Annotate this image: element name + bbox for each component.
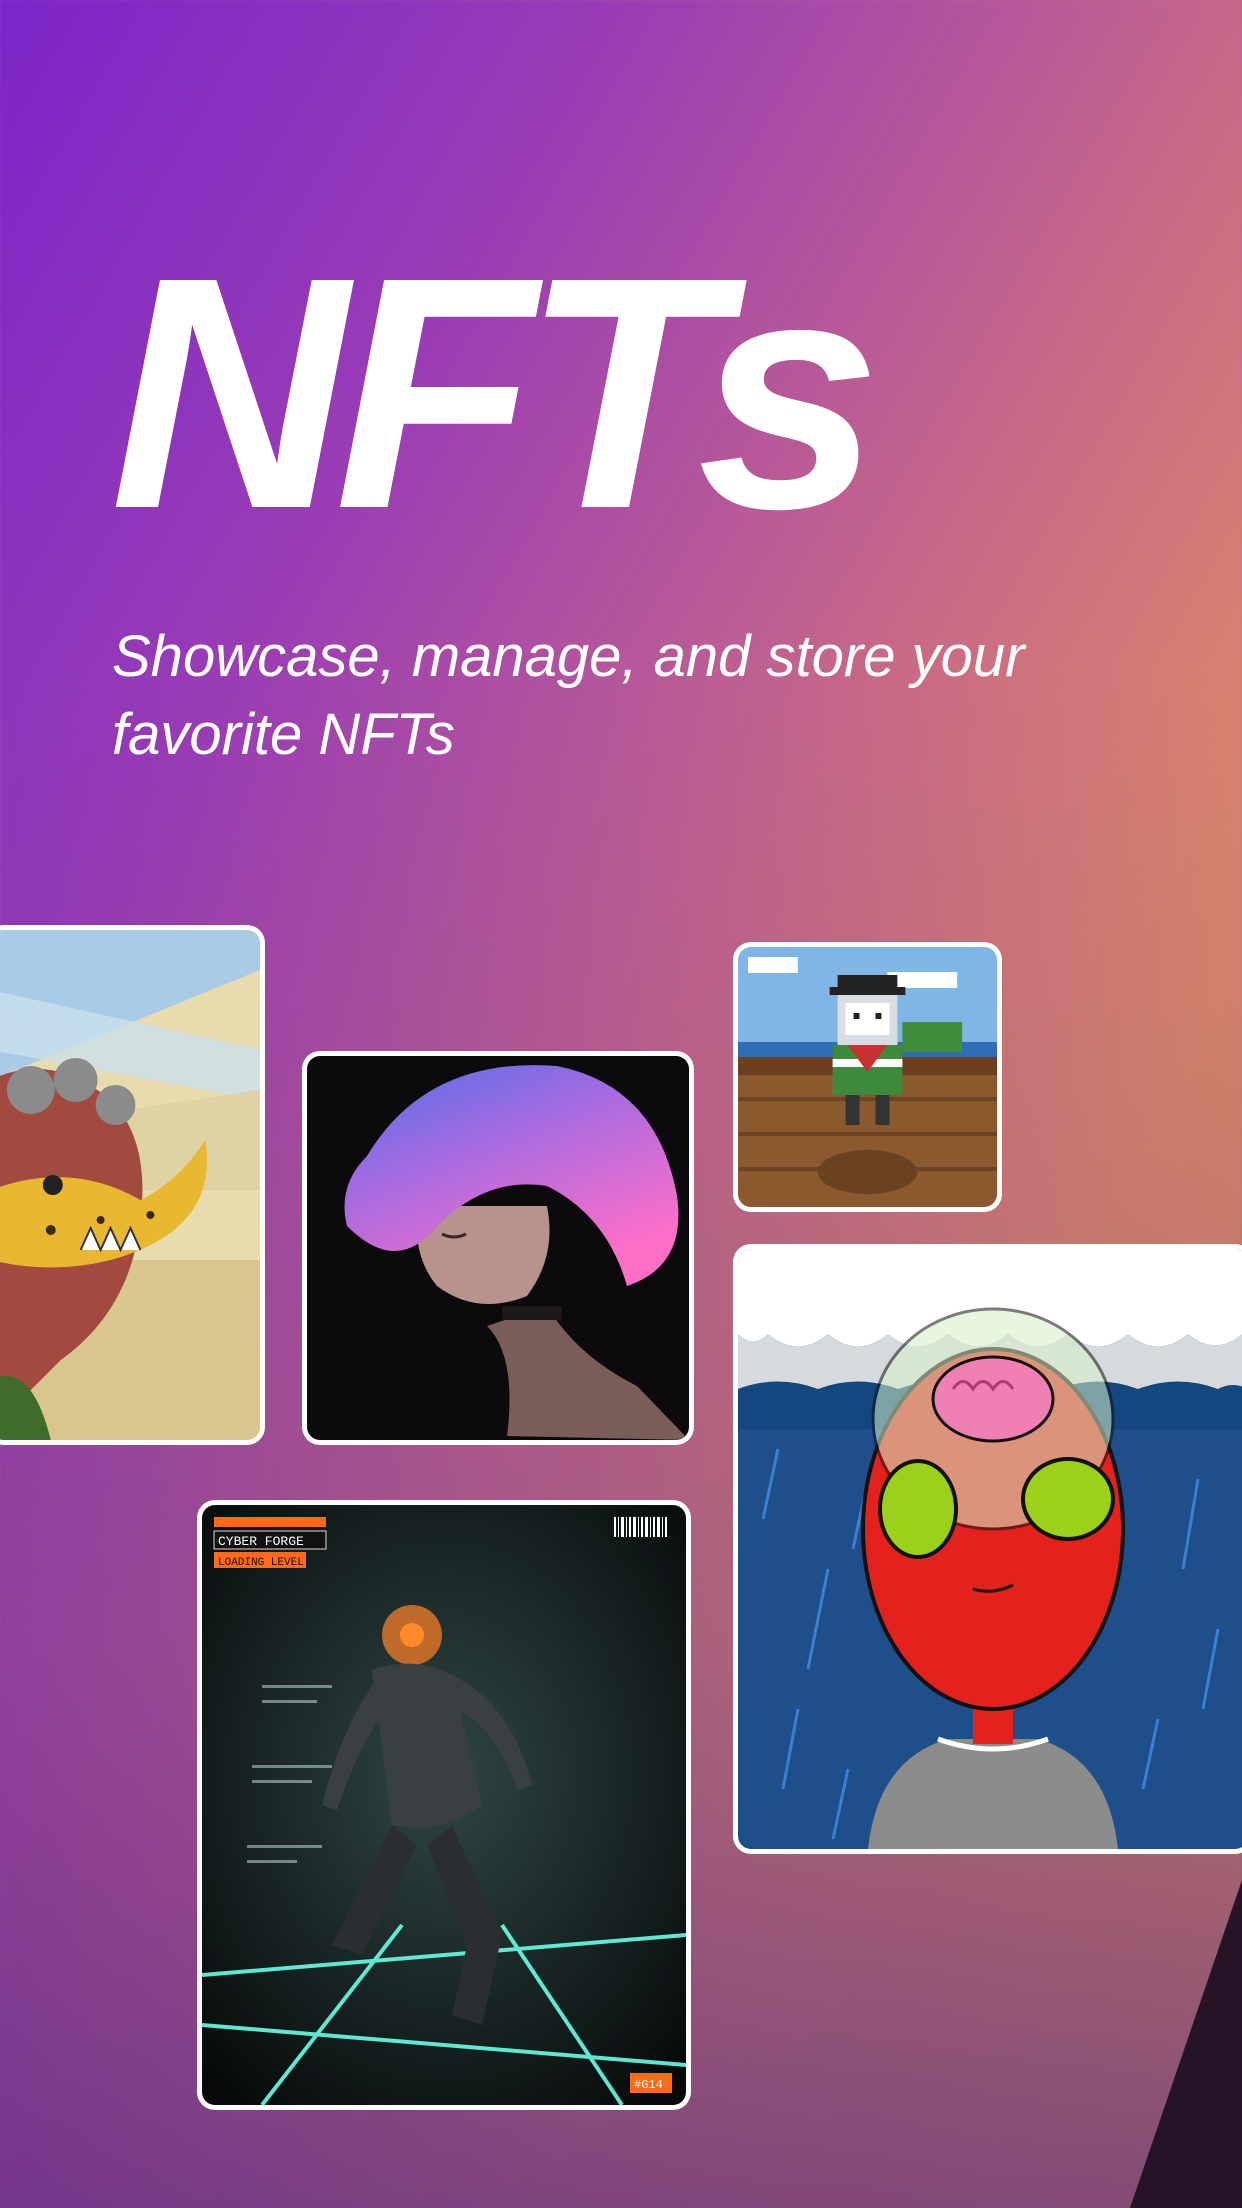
anime-girl-portrait-artwork [307, 1056, 689, 1440]
nft-card-pixel-pirate[interactable] [733, 942, 1002, 1212]
overlay-line-1: CYBER FORGE [218, 1534, 304, 1549]
pixel-pirate-computer-artwork [738, 947, 997, 1207]
nft-card-anime-girl[interactable] [302, 1051, 694, 1445]
hero-subtitle: Showcase, manage, and store your favorit… [112, 624, 1025, 767]
overlay-line-2: LOADING LEVEL [218, 1557, 304, 1569]
nft-card-red-alien[interactable] [733, 1244, 1242, 1854]
hero-title: NFTs [110, 208, 881, 577]
red-alien-brain-artwork [738, 1249, 1242, 1849]
nft-card-cyber-racer[interactable]: CYBER FORGE LOADING LEVEL #G14 [197, 1500, 691, 2110]
cyber-racer-artwork: CYBER FORGE LOADING LEVEL #G14 [202, 1505, 686, 2105]
nft-card-hand-banana[interactable] [0, 925, 265, 1445]
hand-with-banana-artwork [0, 930, 260, 1440]
card-tag: #G14 [634, 2078, 663, 2092]
